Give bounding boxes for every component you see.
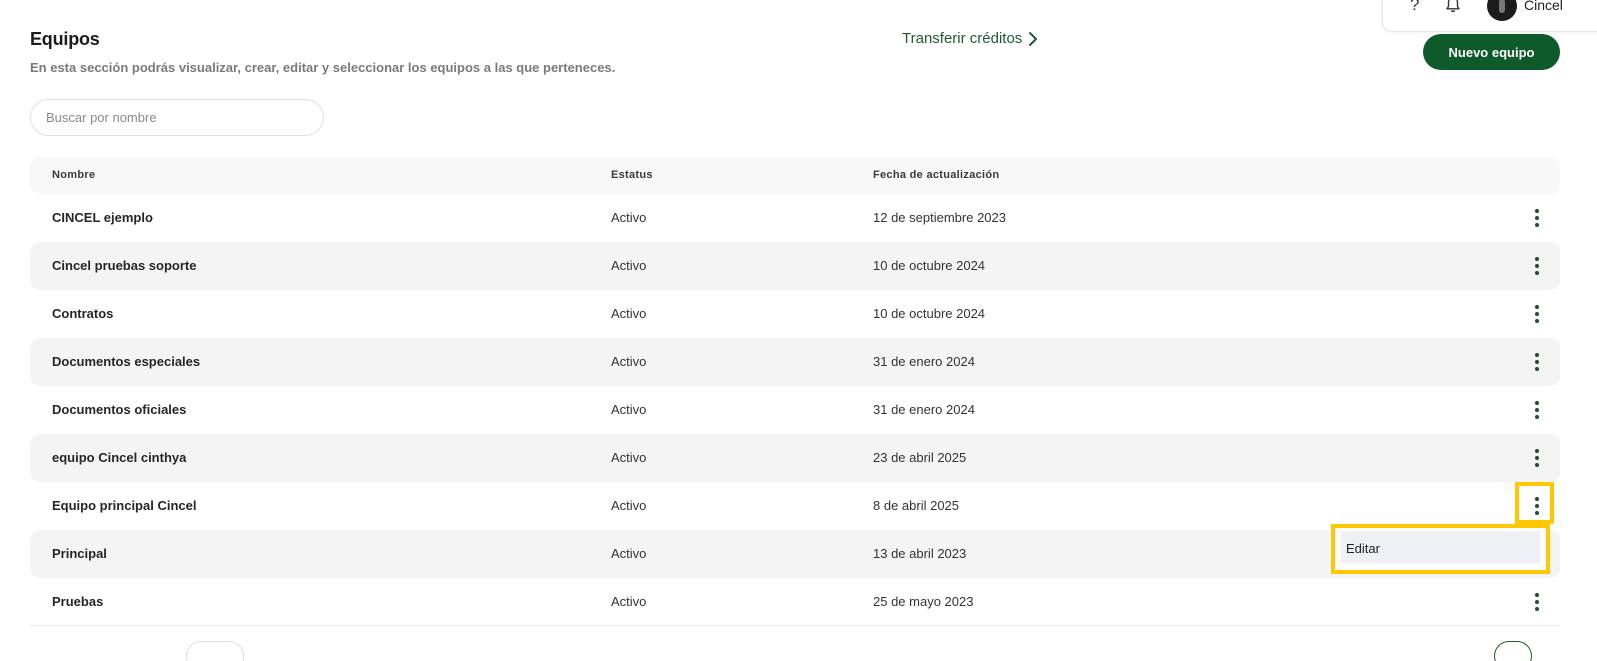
- row-context-menu: Editar: [1331, 524, 1550, 574]
- team-name: Equipo principal Cincel: [52, 498, 197, 513]
- more-options-icon[interactable]: [1530, 254, 1544, 278]
- table-row[interactable]: Documentos especiales Activo 31 de enero…: [30, 338, 1560, 386]
- team-updated-date: 10 de octubre 2024: [873, 258, 986, 273]
- team-status: Activo: [611, 498, 647, 513]
- table-row[interactable]: equipo Cincel cinthya Activo 23 de abril…: [30, 434, 1560, 482]
- team-name: Contratos: [52, 306, 114, 321]
- table-row[interactable]: Pruebas Activo 25 de mayo 2023: [30, 578, 1560, 626]
- more-options-icon[interactable]: [1530, 302, 1544, 326]
- more-options-icon[interactable]: [1530, 590, 1544, 614]
- more-options-icon[interactable]: [1530, 206, 1544, 230]
- username-label[interactable]: Cincel: [1524, 0, 1563, 13]
- table-row[interactable]: Contratos Activo 10 de octubre 2024: [30, 290, 1560, 338]
- avatar[interactable]: [1487, 0, 1517, 21]
- more-options-icon[interactable]: [1530, 350, 1544, 374]
- chevron-right-icon: [1029, 32, 1038, 46]
- more-options-icon[interactable]: [1530, 446, 1544, 470]
- table-row[interactable]: Cincel pruebas soporte Activo 10 de octu…: [30, 242, 1560, 290]
- column-header-updated[interactable]: Fecha de actualización: [873, 169, 999, 181]
- search-input[interactable]: [30, 99, 324, 136]
- team-name: Cincel pruebas soporte: [52, 258, 197, 273]
- team-name: CINCEL ejemplo: [52, 210, 153, 225]
- team-name: Pruebas: [52, 594, 104, 609]
- page-description: En esta sección podrás visualizar, crear…: [30, 60, 616, 75]
- team-status: Activo: [611, 546, 647, 561]
- rows-per-page-select[interactable]: [186, 641, 244, 661]
- team-status: Activo: [611, 258, 647, 273]
- table-header: Nombre Estatus Fecha de actualización: [30, 157, 1560, 194]
- transfer-credits-label: Transferir créditos: [902, 30, 1023, 47]
- team-status: Activo: [611, 354, 647, 369]
- team-updated-date: 25 de mayo 2023: [873, 594, 974, 609]
- team-updated-date: 12 de septiembre 2023: [873, 210, 1006, 225]
- page-title: Equipos: [30, 29, 100, 49]
- team-name: Documentos especiales: [52, 354, 201, 369]
- team-status: Activo: [611, 594, 647, 609]
- table-row[interactable]: Documentos oficiales Activo 31 de enero …: [30, 386, 1560, 434]
- column-header-status[interactable]: Estatus: [611, 169, 653, 181]
- notification-bell-icon[interactable]: [1445, 0, 1461, 19]
- team-updated-date: 31 de enero 2024: [873, 402, 975, 417]
- table-row[interactable]: Equipo principal Cincel Activo 8 de abri…: [30, 482, 1560, 530]
- pagination-button[interactable]: [1494, 641, 1532, 661]
- team-updated-date: 31 de enero 2024: [873, 354, 975, 369]
- user-toolbar: ? Cincel: [1382, 0, 1597, 32]
- active-row-menu-highlight: [1515, 482, 1554, 524]
- team-updated-date: 13 de abril 2023: [873, 546, 967, 561]
- table-row[interactable]: CINCEL ejemplo Activo 12 de septiembre 2…: [30, 194, 1560, 242]
- more-options-icon[interactable]: [1530, 398, 1544, 422]
- team-name: Principal: [52, 546, 107, 561]
- new-team-button[interactable]: Nuevo equipo: [1423, 34, 1560, 70]
- team-name: Documentos oficiales: [52, 402, 187, 417]
- team-status: Activo: [611, 402, 647, 417]
- help-icon[interactable]: ?: [1410, 0, 1419, 15]
- team-name: equipo Cincel cinthya: [52, 450, 187, 465]
- team-updated-date: 23 de abril 2025: [873, 450, 967, 465]
- team-updated-date: 8 de abril 2025: [873, 498, 960, 513]
- menu-item-edit[interactable]: Editar: [1341, 531, 1540, 563]
- team-status: Activo: [611, 306, 647, 321]
- column-header-name[interactable]: Nombre: [52, 169, 95, 181]
- team-status: Activo: [611, 450, 647, 465]
- transfer-credits-link[interactable]: Transferir créditos: [902, 30, 1038, 47]
- team-status: Activo: [611, 210, 647, 225]
- team-updated-date: 10 de octubre 2024: [873, 306, 986, 321]
